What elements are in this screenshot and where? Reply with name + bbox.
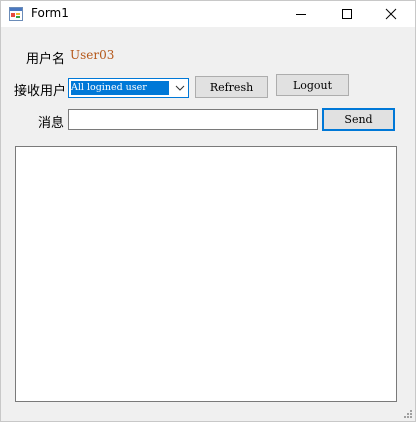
receiver-label: 接收用户 [14, 84, 67, 99]
send-button[interactable]: Send [322, 108, 395, 131]
message-label: 消息 [38, 116, 65, 131]
message-log-textarea[interactable] [15, 146, 397, 402]
close-icon [385, 8, 397, 20]
resize-grip-icon[interactable] [403, 409, 413, 419]
close-button[interactable] [369, 1, 413, 27]
chevron-down-icon[interactable] [174, 82, 186, 94]
message-input[interactable] [68, 109, 318, 130]
minimize-button[interactable] [279, 1, 323, 27]
logout-button[interactable]: Logout [276, 74, 349, 96]
title-bar[interactable]: Form1 [1, 1, 415, 27]
minimize-icon [296, 14, 306, 15]
receiver-select[interactable]: All logined user [68, 78, 189, 98]
username-label: 用户名 [26, 52, 66, 67]
username-value: User03 [70, 48, 115, 62]
form-app-icon [9, 7, 23, 21]
form1-window: Form1 用户名 User03 接收用户 All logined user R… [0, 0, 416, 422]
refresh-button[interactable]: Refresh [195, 76, 268, 98]
window-title: Form1 [31, 6, 69, 20]
maximize-button[interactable] [325, 1, 369, 27]
receiver-selected-value: All logined user [71, 81, 169, 95]
maximize-icon [342, 9, 352, 19]
